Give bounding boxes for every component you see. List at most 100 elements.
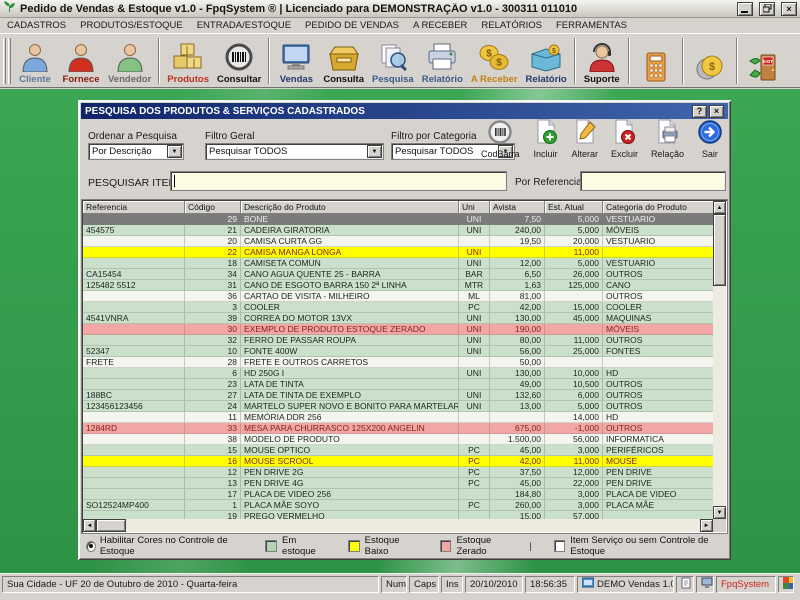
column-header-5[interactable]: Est. Atual (545, 201, 603, 214)
scroll-down-icon[interactable]: ▼ (713, 506, 726, 519)
menu-item-entrada-estoque[interactable]: ENTRADA/ESTOQUE (190, 19, 298, 32)
table-row[interactable]: 23LATA DE TINTA49,0010,500OUTROS (83, 379, 715, 390)
table-row[interactable]: FRETE28FRETE E OUTROS CARRETOS50,00 (83, 357, 715, 368)
table-cell: 20 (185, 236, 241, 247)
relacao-button[interactable]: Relação (651, 119, 684, 159)
toolbar-moeda-button[interactable]: $ (687, 36, 733, 86)
restore-button[interactable] (759, 2, 775, 16)
enable-colors-radio[interactable] (86, 541, 96, 552)
table-row[interactable]: 30EXEMPLO DE PRODUTO ESTOQUE ZERADOUNI19… (83, 324, 715, 335)
sort-filter-select[interactable]: Por Descrição ▼ (88, 143, 184, 160)
column-header-4[interactable]: Avista (490, 201, 545, 214)
table-row[interactable]: 1284RD33MESA PARA CHURRASCO 125X200 ANGE… (83, 423, 715, 434)
search-item-input[interactable] (170, 171, 507, 191)
menu-item-relat-rios[interactable]: RELATÓRIOS (474, 19, 549, 32)
reference-input[interactable] (580, 171, 726, 191)
table-row[interactable]: CA1545434CANO AGUA QUENTE 25 - BARRABAR6… (83, 269, 715, 280)
close-button[interactable]: × (781, 2, 797, 16)
toolbar-produtos-button[interactable]: Produtos (163, 36, 213, 86)
menu-item-pedido-de-vendas[interactable]: PEDIDO DE VENDAS (298, 19, 406, 32)
table-row[interactable]: 4541VNRA39CORREA DO MOTOR 13VXUNI130,004… (83, 313, 715, 324)
table-cell: 5,000 (545, 401, 603, 412)
table-row[interactable]: 45457521CADEIRA GIRATORIAUNI240,005,000M… (83, 225, 715, 236)
main-toolbar: ClienteForneceVendedorProdutosConsultarV… (0, 33, 800, 88)
incluir-button[interactable]: Incluir (533, 119, 559, 159)
table-cell: 1.500,00 (490, 434, 545, 445)
toolbar-sair-app-button[interactable]: EXIT (741, 36, 787, 86)
table-row[interactable]: 12PEN DRIVE 2GPC37,5012,000PEN DRIVE (83, 467, 715, 478)
table-row[interactable]: 17PLACA DE VIDEO 256184,803,000PLACA DE … (83, 489, 715, 500)
table-row[interactable]: 13PEN DRIVE 4GPC45,0022,000PEN DRIVE (83, 478, 715, 489)
table-row[interactable]: 38MODELO DE PRODUTO1.500,0056,000INFORMA… (83, 434, 715, 445)
table-cell: 3,000 (545, 445, 603, 456)
toolbar-consultar-button[interactable]: Consultar (213, 36, 265, 86)
table-row[interactable]: 188BC27LATA DE TINTA DE EXEMPLOUNI132,60… (83, 390, 715, 401)
horizontal-scrollbar[interactable]: ◄ ► (83, 519, 713, 532)
scroll-left-icon[interactable]: ◄ (83, 519, 96, 532)
table-row[interactable]: 32FERRO DE PASSAR ROUPAUNI80,0011,000OUT… (83, 335, 715, 346)
toolbar-consulta-button[interactable]: Consulta (319, 36, 368, 86)
legend-swatch (440, 540, 452, 552)
menu-item-ferramentas[interactable]: FERRAMENTAS (549, 19, 634, 32)
scroll-right-icon[interactable]: ► (700, 519, 713, 532)
menu-item-produtos-estoque[interactable]: PRODUTOS/ESTOQUE (73, 19, 190, 32)
table-row[interactable]: 22CAMISA MANGA LONGAUNI11,000 (83, 247, 715, 258)
table-row[interactable]: SO12524MP4001PLACA MÃE SOYOPC260,003,000… (83, 500, 715, 511)
table-row[interactable]: 16MOUSE SCROOLPC42,0011,000MOUSE (83, 456, 715, 467)
toolbar-fornece-button[interactable]: Fornece (58, 36, 104, 86)
general-filter-select[interactable]: Pesquisar TODOS ▼ (205, 143, 384, 160)
dialog-help-button[interactable]: ? (692, 105, 707, 118)
table-row[interactable]: 6HD 250G IUNI130,0010,000HD (83, 368, 715, 379)
table-row[interactable]: 36CARTAO DE VISITA - MILHEIROML81,00OUTR… (83, 291, 715, 302)
table-cell: 125,000 (545, 280, 603, 291)
toolbar-relatorio-financeiro-button[interactable]: $Relatório (522, 36, 571, 86)
column-header-2[interactable]: Descrição do Produto (241, 201, 459, 214)
chevron-down-icon[interactable]: ▼ (167, 145, 182, 158)
column-header-6[interactable]: Categoria do Produto (603, 201, 715, 214)
horizontal-scroll-thumb[interactable] (96, 519, 126, 532)
table-row[interactable]: 29BONEUNI7,505,000VESTUARIO (83, 214, 715, 225)
chevron-down-icon[interactable]: ▼ (367, 145, 382, 158)
status-bar: Sua Cidade - UF 20 de Outubro de 2010 - … (0, 573, 800, 594)
toolbar-suporte-button[interactable]: Suporte (579, 36, 625, 86)
toolbar-relatorio-button[interactable]: Relatório (418, 36, 467, 86)
vertical-scroll-thumb[interactable] (713, 214, 726, 286)
dialog-close-button[interactable]: × (709, 105, 724, 118)
table-cell: COOLER (603, 302, 715, 313)
table-cell: PC (459, 500, 490, 511)
table-row[interactable]: 20CAMISA CURTA GG19,5020,000VESTUARIO (83, 236, 715, 247)
menu-item-a-receber[interactable]: A RECEBER (406, 19, 474, 32)
table-cell: SO12524MP400 (83, 500, 185, 511)
table-row[interactable]: 11MEMÓRIA DDR 25614,000HD (83, 412, 715, 423)
toolbar-cliente-button[interactable]: Cliente (12, 36, 58, 86)
table-row[interactable]: 125482 551231CANO DE ESGOTO BARRA 150 2ª… (83, 280, 715, 291)
toolbar-vendas-button[interactable]: Vendas (273, 36, 319, 86)
drawer-icon (326, 42, 362, 75)
menu-item-cadastros[interactable]: CADASTROS (0, 19, 73, 32)
table-row[interactable]: 5234710FONTE 400WUNI56,0025,000FONTES (83, 346, 715, 357)
scroll-up-icon[interactable]: ▲ (713, 201, 726, 214)
table-row[interactable]: 3COOLERPC42,0015,000COOLER (83, 302, 715, 313)
table-cell: 33 (185, 423, 241, 434)
alterar-button[interactable]: Alterar (571, 119, 598, 159)
excluir-button[interactable]: Excluir (611, 119, 638, 159)
toolbar-a-receber-button[interactable]: $$A Receber (467, 36, 522, 86)
table-cell: 45,000 (545, 313, 603, 324)
toolbar-vendedor-button[interactable]: Vendedor (104, 36, 155, 86)
column-header-0[interactable]: Referencia (83, 201, 185, 214)
toolbar-calculadora-button[interactable] (633, 36, 679, 86)
table-row[interactable]: 18CAMISETA COMUNUNI12,005,000VESTUARIO (83, 258, 715, 269)
toolbar-pesquisa-button[interactable]: Pesquisa (368, 36, 418, 86)
sair-button[interactable]: Sair (697, 119, 723, 159)
table-cell: 12,000 (545, 467, 603, 478)
codbarra-button[interactable]: CodBarra (481, 119, 520, 159)
column-header-1[interactable]: Código (185, 201, 241, 214)
screen-icon (701, 577, 713, 592)
table-row[interactable]: 12345612345624MARTELO SUPER NOVO E BONIT… (83, 401, 715, 412)
column-header-3[interactable]: Uni (459, 201, 490, 214)
vertical-scrollbar[interactable]: ▲ ▼ (713, 201, 726, 519)
table-row[interactable]: 15MOUSE OPTICOPC45,003,000PERIFÉRICOS (83, 445, 715, 456)
minimize-button[interactable] (737, 2, 753, 16)
legend-label: Estoque Zerado (456, 535, 515, 557)
table-cell: PERIFÉRICOS (603, 445, 715, 456)
